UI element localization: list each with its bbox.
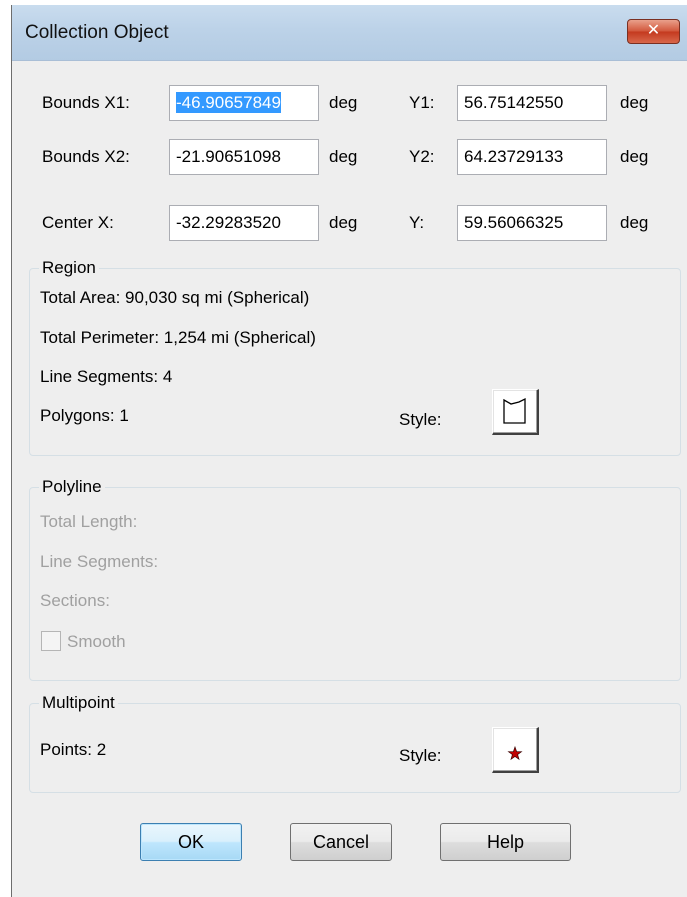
smooth-checkbox[interactable] <box>41 631 61 651</box>
close-button[interactable]: ✕ <box>627 19 680 44</box>
polyline-line-segments: Line Segments: <box>40 552 159 571</box>
bounds-y1-unit: deg <box>620 93 649 112</box>
bounds-x1-unit: deg <box>329 93 358 112</box>
center-x-input[interactable]: -32.29283520 <box>169 205 319 241</box>
region-total-area: Total Area: 90,030 sq mi (Spherical) <box>40 288 310 307</box>
bounds-x1-input[interactable]: -46.90657849 <box>169 85 319 121</box>
cancel-button[interactable]: Cancel <box>290 823 392 861</box>
polyline-total-length: Total Length: <box>40 512 138 531</box>
bounds-y1-input[interactable]: 56.75142550 <box>457 85 607 121</box>
bounds-y2-input[interactable]: 64.23729133 <box>457 139 607 175</box>
multipoint-group <box>29 703 681 793</box>
polyline-group-title: Polyline <box>39 477 105 497</box>
bounds-x1-value: -46.90657849 <box>176 92 281 113</box>
region-style-label: Style: <box>399 410 442 429</box>
region-polygons: Polygons: 1 <box>40 406 129 425</box>
ok-button[interactable]: OK <box>140 823 242 861</box>
region-style-button[interactable] <box>492 389 539 435</box>
multipoint-style-button[interactable] <box>492 727 539 773</box>
bounds-x2-unit: deg <box>329 147 358 166</box>
region-line-segments: Line Segments: 4 <box>40 367 173 386</box>
bounds-y2-label: Y2: <box>409 147 435 166</box>
multipoint-group-title: Multipoint <box>39 693 118 713</box>
center-x-unit: deg <box>329 213 358 232</box>
multipoint-points: Points: 2 <box>40 740 107 759</box>
center-y-label: Y: <box>409 213 425 232</box>
bounds-y1-label: Y1: <box>409 93 435 112</box>
region-group-title: Region <box>39 258 99 278</box>
collection-object-dialog: Collection Object ✕ Bounds X1: -46.90657… <box>11 5 687 897</box>
center-y-input[interactable]: 59.56066325 <box>457 205 607 241</box>
close-icon: ✕ <box>646 22 661 39</box>
bounds-y2-unit: deg <box>620 147 649 166</box>
smooth-label: Smooth <box>67 632 126 651</box>
center-x-label: Center X: <box>42 213 114 232</box>
bounds-x1-label: Bounds X1: <box>42 93 130 112</box>
star-symbol-icon <box>507 745 523 761</box>
window-title: Collection Object <box>25 22 169 43</box>
region-total-perimeter: Total Perimeter: 1,254 mi (Spherical) <box>40 328 316 347</box>
bounds-x2-label: Bounds X2: <box>42 147 130 166</box>
polyline-sections: Sections: <box>40 591 110 610</box>
help-button[interactable]: Help <box>440 823 571 861</box>
polygon-style-icon <box>503 397 526 424</box>
multipoint-style-label: Style: <box>399 746 442 765</box>
title-bar[interactable]: Collection Object ✕ <box>12 5 687 61</box>
center-y-unit: deg <box>620 213 649 232</box>
bounds-x2-input[interactable]: -21.90651098 <box>169 139 319 175</box>
